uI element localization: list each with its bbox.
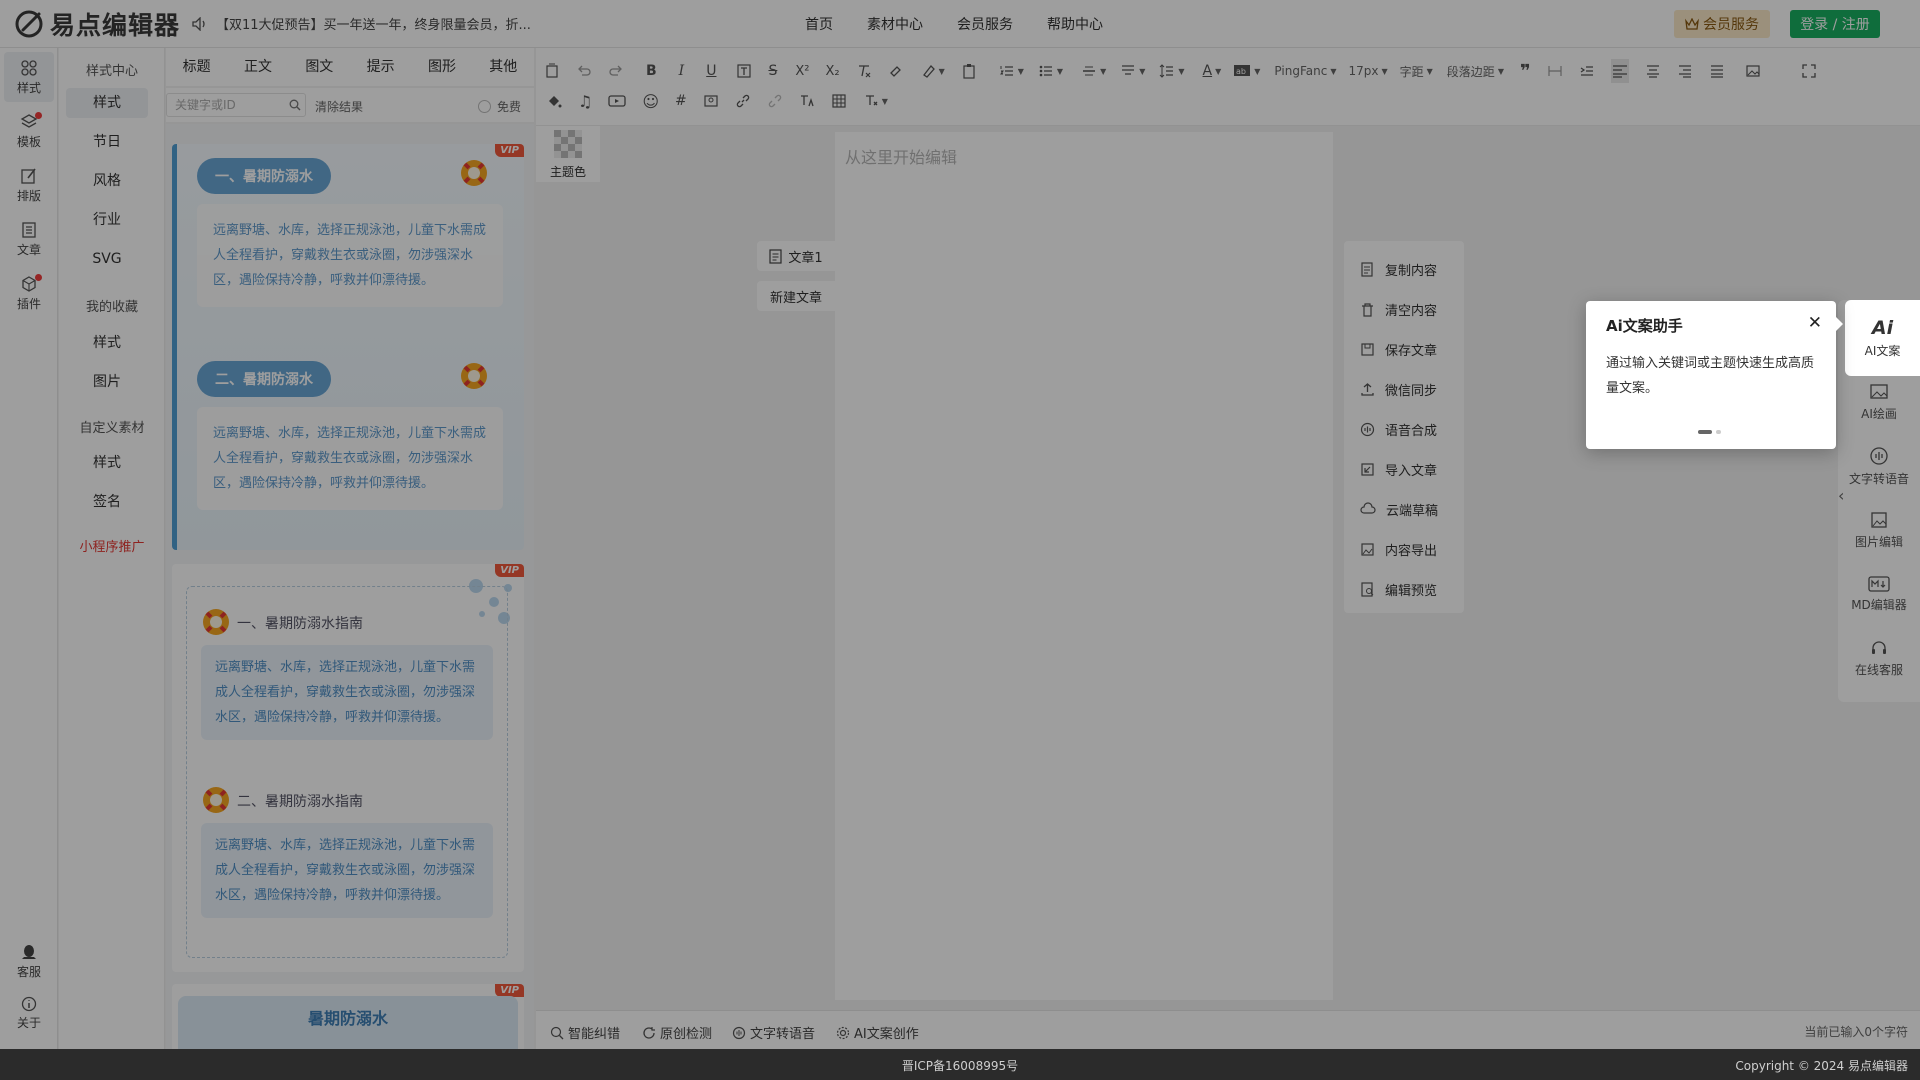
tooltip-title: Ai文案助手: [1606, 317, 1683, 335]
step-dot-active[interactable]: [1698, 430, 1712, 434]
highlighted-ai-copywriting[interactable]: Ai AI文案: [1845, 300, 1920, 376]
icp-license-link[interactable]: 晋ICP备16008995号: [0, 1057, 1920, 1074]
close-icon[interactable]: ✕: [1808, 313, 1822, 333]
step-dot[interactable]: [1716, 430, 1721, 434]
step-indicator: [1698, 430, 1725, 434]
copyright-text: Copyright © 2024 易点编辑器: [1735, 1059, 1908, 1073]
tooltip-body: 通过输入关键词或主题快速生成高质量文案。: [1606, 356, 1815, 396]
ai-assistant-tooltip: Ai文案助手 ✕ 通过输入关键词或主题快速生成高质量文案。: [1586, 301, 1843, 449]
ai-icon: Ai: [1871, 316, 1894, 339]
footer: 晋ICP备16008995号 Copyright © 2024 易点编辑器: [0, 1049, 1920, 1080]
onboarding-overlay[interactable]: [0, 0, 1920, 1049]
